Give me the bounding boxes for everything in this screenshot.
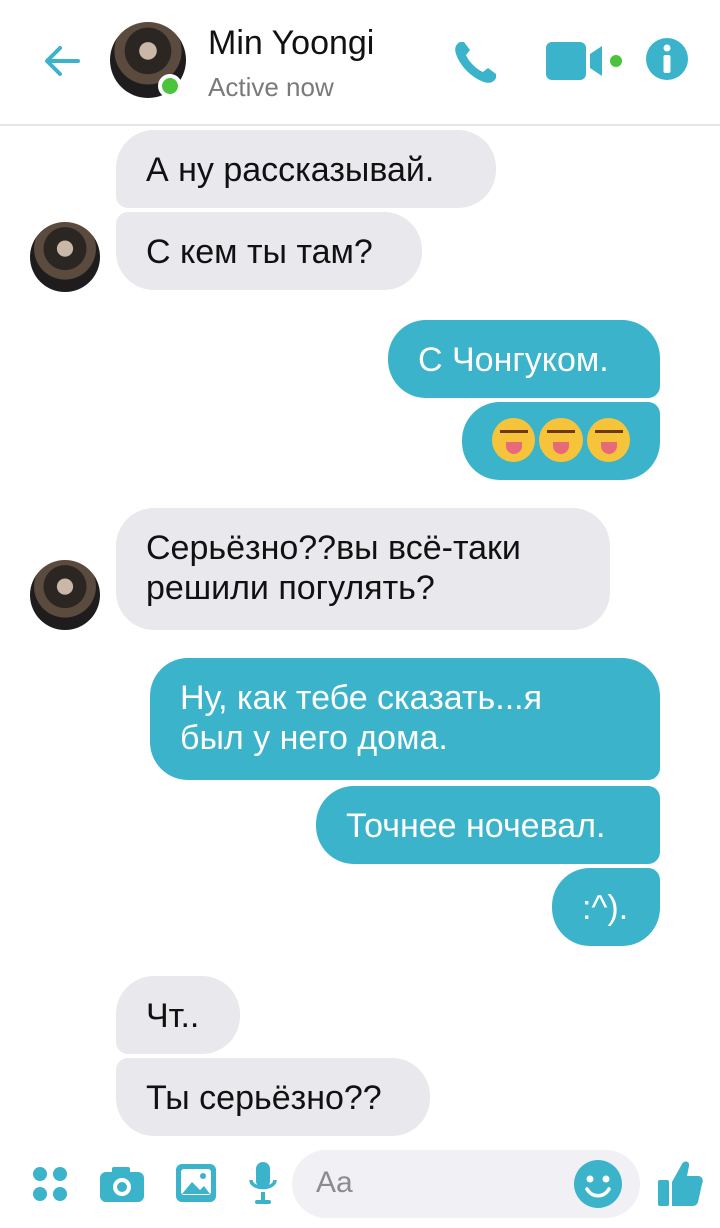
message-text: Ты серьёзно??: [146, 1079, 382, 1117]
message-incoming[interactable]: С кем ты там?: [116, 212, 422, 290]
active-status: Active now: [208, 72, 334, 102]
thumbs-up-icon[interactable]: [656, 1158, 704, 1208]
composer-bar: Aa: [0, 1140, 720, 1228]
emoji-row: [492, 418, 630, 462]
sender-avatar[interactable]: [30, 222, 100, 292]
info-icon[interactable]: [644, 36, 690, 82]
message-outgoing[interactable]: Ну, как тебе сказать...я был у него дома…: [150, 658, 660, 780]
message-outgoing[interactable]: С Чонгуком.: [388, 320, 660, 398]
sender-avatar[interactable]: [30, 560, 100, 630]
squinting-tongue-emoji-icon: [492, 418, 536, 462]
message-text: С кем ты там?: [146, 233, 373, 271]
video-icon[interactable]: [544, 38, 626, 84]
contact-name[interactable]: Min Yoongi: [208, 24, 374, 63]
message-incoming[interactable]: А ну рассказывай.: [116, 130, 496, 208]
message-text: Точнее ночевал.: [346, 807, 606, 845]
message-text: С Чонгуком.: [418, 341, 609, 379]
message-incoming[interactable]: Серьёзно??вы всё-таки решили погулять?: [116, 508, 610, 630]
message-text-line: Серьёзно??вы всё-таки: [146, 529, 521, 567]
message-outgoing[interactable]: :^).: [552, 868, 660, 946]
message-text: Чт..: [146, 997, 200, 1035]
squinting-tongue-emoji-icon: [539, 418, 583, 462]
input-placeholder: Aa: [316, 1166, 353, 1199]
message-text-line: решили погулять?: [146, 569, 435, 607]
message-incoming[interactable]: Ты серьёзно??: [116, 1058, 430, 1136]
message-incoming[interactable]: Чт..: [116, 976, 240, 1054]
gallery-icon[interactable]: [174, 1162, 218, 1204]
microphone-icon[interactable]: [248, 1160, 278, 1206]
smile-icon[interactable]: [572, 1158, 624, 1210]
message-outgoing[interactable]: Точнее ночевал.: [316, 786, 660, 864]
phone-icon[interactable]: [450, 36, 502, 88]
message-text-line: был у него дома.: [180, 719, 448, 757]
message-outgoing-emoji[interactable]: [462, 402, 660, 480]
online-indicator: [158, 74, 182, 98]
message-input[interactable]: Aa: [292, 1150, 640, 1218]
squinting-tongue-emoji-icon: [586, 418, 630, 462]
apps-icon[interactable]: [30, 1164, 70, 1204]
message-text: А ну рассказывай.: [146, 151, 435, 189]
message-text: :^).: [582, 889, 629, 927]
chat-header: Min Yoongi Active now: [0, 0, 720, 126]
message-text-line: Ну, как тебе сказать...я: [180, 679, 542, 717]
message-list[interactable]: А ну рассказывай. С кем ты там? С Чонгук…: [0, 124, 720, 1140]
back-arrow-icon[interactable]: [38, 36, 88, 86]
camera-icon[interactable]: [98, 1164, 146, 1204]
